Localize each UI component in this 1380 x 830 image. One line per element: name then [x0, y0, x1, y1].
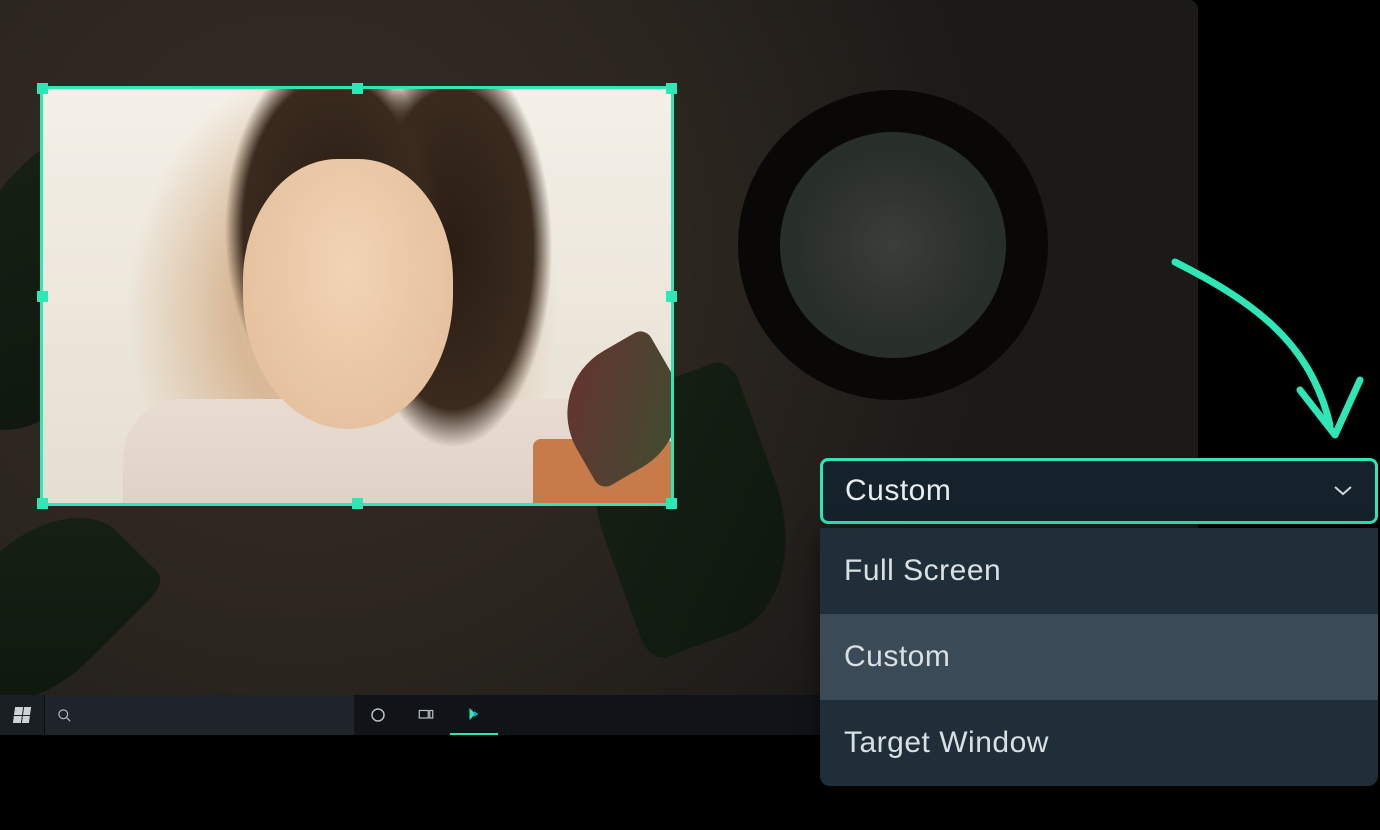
resize-handle-top-right[interactable]	[666, 83, 677, 94]
option-label: Target Window	[844, 726, 1049, 760]
start-button[interactable]	[0, 695, 44, 735]
capture-mode-option-target-window[interactable]: Target Window	[820, 700, 1378, 786]
background-prop-ring-light	[738, 90, 1048, 400]
capture-region-selection[interactable]	[40, 86, 674, 506]
capture-mode-select[interactable]: Custom	[820, 458, 1378, 524]
taskbar-tray	[354, 695, 498, 735]
resize-handle-bottom-left[interactable]	[37, 498, 48, 509]
capture-mode-selected-label: Custom	[845, 474, 951, 508]
capture-mode-option-full-screen[interactable]: Full Screen	[820, 528, 1378, 614]
resize-handle-top-left[interactable]	[37, 83, 48, 94]
resize-handle-bottom-middle[interactable]	[352, 498, 363, 509]
cortana-button[interactable]	[354, 695, 402, 735]
resize-handle-middle-right[interactable]	[666, 291, 677, 302]
option-label: Custom	[844, 640, 950, 674]
filmora-app-icon	[465, 705, 483, 723]
task-view-button[interactable]	[402, 695, 450, 735]
filmora-taskbar-button[interactable]	[450, 695, 498, 735]
subject-face	[243, 159, 453, 429]
resize-handle-top-middle[interactable]	[352, 83, 363, 94]
option-label: Full Screen	[844, 554, 1001, 588]
resize-handle-middle-left[interactable]	[37, 291, 48, 302]
search-icon	[57, 708, 72, 723]
cortana-circle-icon	[369, 706, 387, 724]
capture-mode-options-list: Full Screen Custom Target Window	[820, 528, 1378, 786]
capture-mode-dropdown: Custom Full Screen Custom Target Window	[820, 458, 1378, 786]
taskbar-search[interactable]	[44, 695, 354, 735]
capture-region-content	[43, 89, 671, 503]
chevron-down-icon	[1333, 481, 1353, 502]
windows-logo-icon	[13, 707, 31, 723]
resize-handle-bottom-right[interactable]	[666, 498, 677, 509]
capture-mode-option-custom[interactable]: Custom	[820, 614, 1378, 700]
task-view-icon	[417, 706, 435, 724]
